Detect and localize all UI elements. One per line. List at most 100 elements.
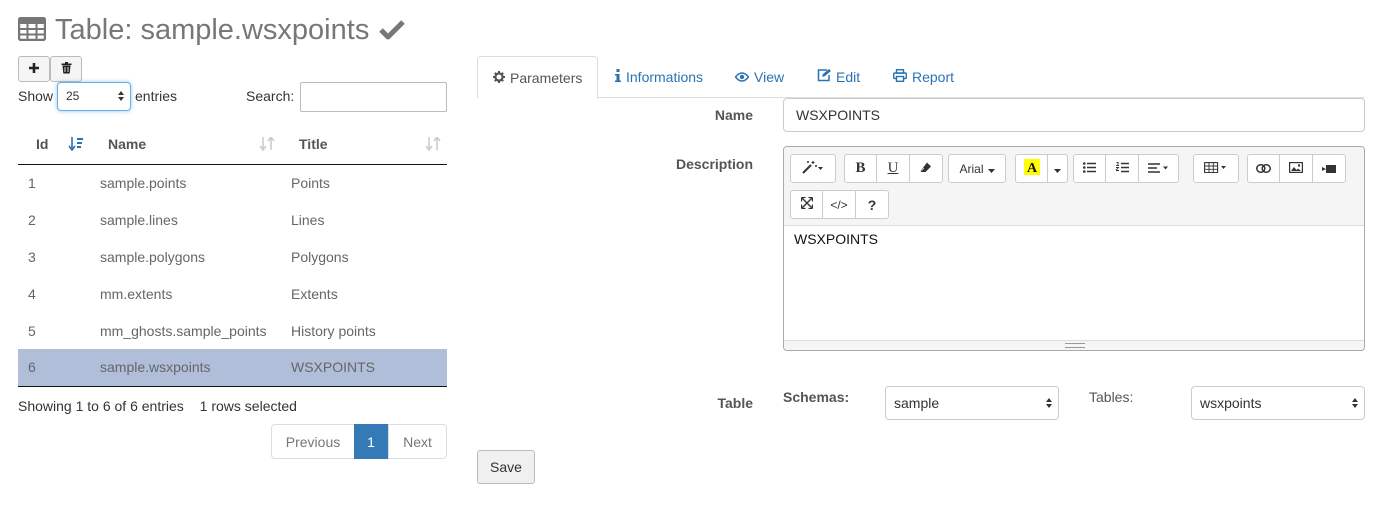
tab-label: Parameters <box>510 69 583 86</box>
cell-name: sample.points <box>100 174 187 191</box>
underline-button[interactable]: U <box>877 154 910 183</box>
bold-button[interactable]: B <box>844 154 877 183</box>
entries-info-text: Showing 1 to 6 of 6 entries <box>18 398 184 414</box>
table-icon <box>1203 161 1229 176</box>
column-header-name[interactable]: Name <box>90 124 281 165</box>
color-dropdown-button[interactable] <box>1048 154 1068 183</box>
table-info: Showing 1 to 6 of 6 entries 1 rows selec… <box>18 398 297 414</box>
tables-label: Tables: <box>1089 389 1134 405</box>
link-button[interactable] <box>1247 154 1280 183</box>
help-icon: ? <box>867 196 877 213</box>
sort-asc-icon <box>68 137 84 154</box>
table-insert-button[interactable] <box>1193 154 1239 183</box>
editor-toolbar: B U Arial A </> ? <box>784 147 1364 226</box>
schemas-label: Schemas: <box>783 389 850 405</box>
unordered-list-button[interactable] <box>1073 154 1106 183</box>
table-row[interactable]: 5 mm_ghosts.sample_points History points <box>18 312 447 349</box>
editor-content[interactable]: WSXPOINTS <box>794 231 878 247</box>
caret-down-icon <box>1054 162 1061 176</box>
entries-label: entries <box>135 88 178 104</box>
description-label: Description <box>675 156 753 172</box>
cell-name: sample.polygons <box>100 248 206 265</box>
schemas-select[interactable]: sample <box>885 386 1059 420</box>
name-input[interactable] <box>783 98 1365 132</box>
table-row[interactable]: 3 sample.polygons Polygons <box>18 238 447 275</box>
trash-icon <box>61 61 72 77</box>
column-label-id: Id <box>36 135 49 152</box>
tab-label: Edit <box>836 69 861 85</box>
page-title: Table: sample.wsxpoints <box>55 13 370 46</box>
table-icon <box>17 16 47 44</box>
tab-edit[interactable]: Edit <box>817 56 860 98</box>
tab-report[interactable]: Report <box>892 56 954 98</box>
fullscreen-icon <box>800 196 813 212</box>
magic-style-button[interactable] <box>790 154 836 183</box>
video-button[interactable] <box>1313 154 1346 183</box>
tab-parameters[interactable]: Parameters <box>477 56 599 99</box>
pagination-previous[interactable]: Previous <box>271 424 355 459</box>
ordered-list-button[interactable] <box>1106 154 1139 183</box>
updown-caret-icon <box>117 89 125 106</box>
paragraph-align-button[interactable] <box>1139 154 1179 183</box>
ordered-list-icon <box>1114 161 1129 176</box>
search-label: Search: <box>246 88 295 104</box>
cell-title: Extents <box>291 285 338 302</box>
table-row[interactable]: 2 sample.lines Lines <box>18 201 447 238</box>
pagination-page-1[interactable]: 1 <box>354 424 388 459</box>
tab-view[interactable]: View <box>734 56 784 98</box>
cell-title: Polygons <box>291 248 349 265</box>
cell-id: 5 <box>28 322 36 339</box>
code-view-button[interactable]: </> <box>823 190 856 219</box>
caret-down-icon <box>987 162 995 176</box>
gear-icon <box>493 70 505 86</box>
image-button[interactable] <box>1280 154 1313 183</box>
column-label-name: Name <box>108 135 147 152</box>
resize-grip-icon <box>1065 343 1085 348</box>
check-icon <box>379 18 406 43</box>
table-row[interactable]: 1 sample.points Points <box>18 164 447 201</box>
cell-title: Lines <box>291 211 325 228</box>
cell-name: mm.extents <box>100 285 173 302</box>
tables-select[interactable]: wsxpoints <box>1191 386 1365 420</box>
cell-title: History points <box>291 322 376 339</box>
clear-format-button[interactable] <box>910 154 943 183</box>
print-icon <box>892 68 908 85</box>
highlight-color-button[interactable]: A <box>1015 154 1048 183</box>
magic-wand-icon <box>802 160 824 177</box>
cell-id: 6 <box>18 349 90 387</box>
font-name: Arial <box>959 161 984 176</box>
entries-table: Id Name Title 1 sample.points Points 2 s… <box>18 124 447 387</box>
align-icon <box>1147 162 1170 176</box>
search-input[interactable] <box>300 82 447 112</box>
font-family-select[interactable]: Arial <box>948 154 1006 183</box>
tab-label: Informations <box>626 69 704 85</box>
description-editor: B U Arial A </> ? WSXPOINTS <box>783 146 1365 351</box>
save-button[interactable]: Save <box>477 450 535 484</box>
help-button[interactable]: ? <box>856 190 889 219</box>
cell-id: 2 <box>28 211 36 228</box>
editor-resize-bar[interactable] <box>784 340 1364 350</box>
table-row-selected[interactable]: 6 sample.wsxpoints WSXPOINTS <box>18 349 447 387</box>
delete-button[interactable] <box>50 56 82 82</box>
underline-icon: U <box>887 160 899 176</box>
eraser-icon <box>920 162 932 176</box>
cell-title: Points <box>291 174 330 191</box>
column-header-id[interactable]: Id <box>18 124 90 165</box>
cell-name: mm_ghosts.sample_points <box>100 322 267 339</box>
plus-icon <box>28 61 40 77</box>
table-label: Table <box>717 395 753 411</box>
add-button[interactable] <box>18 56 50 82</box>
column-header-title[interactable]: Title <box>281 124 447 165</box>
entries-length-select[interactable]: 25 <box>57 82 131 111</box>
edit-icon <box>817 69 831 85</box>
page-header: Table: sample.wsxpoints <box>17 10 406 50</box>
table-row[interactable]: 4 mm.extents Extents <box>18 275 447 312</box>
schemas-value: sample <box>894 395 940 411</box>
selection-info-text: 1 rows selected <box>199 398 297 414</box>
fullscreen-button[interactable] <box>790 190 823 219</box>
cell-id: 3 <box>28 248 36 265</box>
tab-informations[interactable]: Informations <box>615 56 703 98</box>
pagination-next[interactable]: Next <box>388 424 447 459</box>
updown-caret-icon <box>1351 396 1359 413</box>
video-icon <box>1322 162 1336 176</box>
